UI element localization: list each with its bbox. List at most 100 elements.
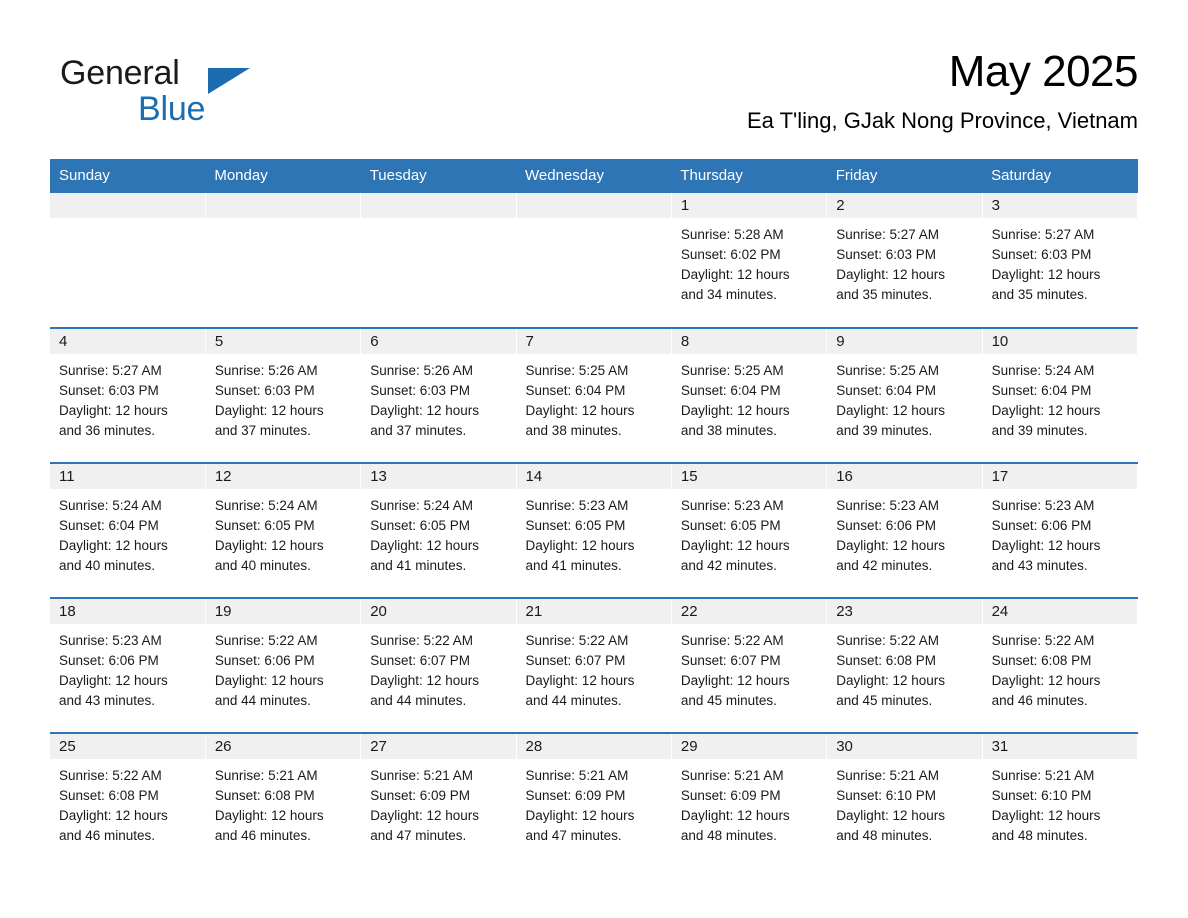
daylight-text-line2: and 35 minutes. <box>836 287 933 302</box>
brand-logo[interactable]: General Blue <box>60 54 400 134</box>
brand-name-blue: Blue <box>138 90 206 128</box>
day-details: Sunrise: 5:21 AM Sunset: 6:09 PM Daylight:… <box>361 759 515 846</box>
calendar-day-cell[interactable]: 22 Sunrise: 5:22 AM Sunset: 6:07 PM Dayligh… <box>671 597 828 733</box>
calendar-day-cell[interactable]: 10 Sunrise: 5:24 AM Sunset: 6:04 PM Dayligh… <box>982 327 1139 463</box>
daylight-text-line2: and 46 minutes. <box>59 828 156 843</box>
day-cell-inner: 15 Sunrise: 5:23 AM Sunset: 6:05 PM Dayligh… <box>671 464 827 597</box>
sunset-text: Sunset: 6:05 PM <box>214 518 315 533</box>
daylight-text-line2: and 44 minutes. <box>370 693 467 708</box>
sunrise-text: Sunrise: 5:22 AM <box>525 633 629 648</box>
day-number: 22 <box>671 599 827 624</box>
day-number: 19 <box>205 599 361 624</box>
day-number: 8 <box>671 329 827 354</box>
day-details: Sunrise: 5:21 AM Sunset: 6:10 PM Daylight:… <box>827 759 981 846</box>
brand-name-general: General <box>60 54 180 92</box>
sunset-text: Sunset: 6:06 PM <box>836 518 937 533</box>
calendar-day-cell[interactable]: 7 Sunrise: 5:25 AM Sunset: 6:04 PM Daylight… <box>516 327 672 463</box>
weekday-header-sunday: Sunday <box>50 159 206 193</box>
calendar-day-cell[interactable]: 2 Sunrise: 5:27 AM Sunset: 6:03 PM Daylight… <box>826 193 983 328</box>
calendar-day-cell[interactable]: 9 Sunrise: 5:25 AM Sunset: 6:04 PM Daylight… <box>826 327 983 463</box>
day-number: 6 <box>361 329 516 354</box>
daylight-text-line2: and 38 minutes. <box>525 423 622 438</box>
sunset-text: Sunset: 6:07 PM <box>370 653 470 668</box>
daylight-text-line2: and 48 minutes. <box>836 828 933 843</box>
sunrise-text: Sunrise: 5:28 AM <box>680 227 784 242</box>
calendar-day-cell[interactable]: 12 Sunrise: 5:24 AM Sunset: 6:05 PM Dayligh… <box>205 462 362 598</box>
calendar-day-cell[interactable]: 19 Sunrise: 5:22 AM Sunset: 6:06 PM Dayligh… <box>205 597 362 733</box>
day-cell-inner: 1 Sunrise: 5:28 AM Sunset: 6:02 PM Daylight… <box>671 193 827 326</box>
calendar-day-cell[interactable]: 26 Sunrise: 5:21 AM Sunset: 6:08 PM Dayligh… <box>205 732 362 868</box>
calendar-day-cell[interactable]: 31 Sunrise: 5:21 AM Sunset: 6:10 PM Dayligh… <box>982 732 1139 868</box>
triangle-right-icon <box>208 68 250 94</box>
sunrise-text: Sunrise: 5:22 AM <box>991 633 1095 648</box>
day-number <box>516 193 671 218</box>
day-details: Sunrise: 5:24 AM Sunset: 6:04 PM Daylight:… <box>50 489 205 576</box>
calendar-day-cell[interactable]: 8 Sunrise: 5:25 AM Sunset: 6:04 PM Daylight… <box>671 327 828 463</box>
calendar-day-cell[interactable]: 17 Sunrise: 5:23 AM Sunset: 6:06 PM Dayligh… <box>982 462 1139 598</box>
sunrise-text: Sunrise: 5:23 AM <box>680 498 784 513</box>
sunset-text: Sunset: 6:04 PM <box>991 383 1092 398</box>
sunrise-text: Sunrise: 5:21 AM <box>991 768 1095 783</box>
day-details: Sunrise: 5:21 AM Sunset: 6:09 PM Daylight:… <box>672 759 826 846</box>
day-cell-inner: 14 Sunrise: 5:23 AM Sunset: 6:05 PM Dayligh… <box>516 464 671 597</box>
calendar-week-row: 11 Sunrise: 5:24 AM Sunset: 6:04 PM Dayligh… <box>50 462 1139 598</box>
day-number: 31 <box>982 734 1137 759</box>
calendar-day-cell[interactable]: 21 Sunrise: 5:22 AM Sunset: 6:07 PM Dayligh… <box>516 597 672 733</box>
calendar-day-cell[interactable]: 24 Sunrise: 5:22 AM Sunset: 6:08 PM Dayligh… <box>982 597 1139 733</box>
calendar-day-cell[interactable]: 23 Sunrise: 5:22 AM Sunset: 6:08 PM Dayligh… <box>826 597 983 733</box>
daylight-text-line1: Daylight: 12 hours <box>836 538 946 553</box>
day-details: Sunrise: 5:22 AM Sunset: 6:08 PM Daylight:… <box>50 759 205 846</box>
daylight-text-line1: Daylight: 12 hours <box>370 538 479 553</box>
calendar-week-row: 18 Sunrise: 5:23 AM Sunset: 6:06 PM Dayligh… <box>50 597 1139 733</box>
calendar-day-cell[interactable]: 18 Sunrise: 5:23 AM Sunset: 6:06 PM Dayligh… <box>50 597 206 733</box>
weekday-header-tuesday: Tuesday <box>360 159 517 193</box>
sunrise-text: Sunrise: 5:22 AM <box>59 768 162 783</box>
day-details: Sunrise: 5:22 AM Sunset: 6:06 PM Daylight:… <box>206 624 360 711</box>
daylight-text-line1: Daylight: 12 hours <box>991 538 1101 553</box>
calendar-day-cell[interactable]: 15 Sunrise: 5:23 AM Sunset: 6:05 PM Dayligh… <box>671 462 828 598</box>
sunrise-text: Sunrise: 5:21 AM <box>525 768 629 783</box>
calendar-day-cell[interactable]: 25 Sunrise: 5:22 AM Sunset: 6:08 PM Dayligh… <box>50 732 206 868</box>
daylight-text-line1: Daylight: 12 hours <box>836 808 946 823</box>
daylight-text-line2: and 41 minutes. <box>370 558 467 573</box>
daylight-text-line1: Daylight: 12 hours <box>836 673 946 688</box>
day-cell-inner: 24 Sunrise: 5:22 AM Sunset: 6:08 PM Dayligh… <box>982 599 1137 732</box>
sunset-text: Sunset: 6:03 PM <box>836 247 937 262</box>
daylight-text-line2: and 39 minutes. <box>836 423 933 438</box>
day-cell-inner: 28 Sunrise: 5:21 AM Sunset: 6:09 PM Dayligh… <box>516 734 671 867</box>
calendar-day-cell[interactable]: 1 Sunrise: 5:28 AM Sunset: 6:02 PM Daylight… <box>671 193 828 328</box>
calendar-day-cell[interactable]: 27 Sunrise: 5:21 AM Sunset: 6:09 PM Dayligh… <box>360 732 517 868</box>
day-number: 7 <box>516 329 671 354</box>
sunset-text: Sunset: 6:09 PM <box>680 788 781 803</box>
day-cell-inner: 12 Sunrise: 5:24 AM Sunset: 6:05 PM Dayligh… <box>205 464 361 597</box>
daylight-text-line1: Daylight: 12 hours <box>214 808 324 823</box>
sunrise-text: Sunrise: 5:27 AM <box>59 363 162 378</box>
day-number: 29 <box>671 734 827 759</box>
calendar-day-cell[interactable]: 6 Sunrise: 5:26 AM Sunset: 6:03 PM Daylight… <box>360 327 517 463</box>
calendar-day-cell[interactable]: 20 Sunrise: 5:22 AM Sunset: 6:07 PM Dayligh… <box>360 597 517 733</box>
day-number: 9 <box>827 329 982 354</box>
calendar-day-cell[interactable]: 16 Sunrise: 5:23 AM Sunset: 6:06 PM Dayligh… <box>826 462 983 598</box>
calendar-day-cell[interactable]: 14 Sunrise: 5:23 AM Sunset: 6:05 PM Dayligh… <box>516 462 672 598</box>
day-cell-inner <box>516 193 671 326</box>
day-details: Sunrise: 5:22 AM Sunset: 6:07 PM Daylight:… <box>361 624 515 711</box>
calendar-day-cell[interactable]: 28 Sunrise: 5:21 AM Sunset: 6:09 PM Dayligh… <box>516 732 672 868</box>
sunrise-text: Sunrise: 5:21 AM <box>836 768 940 783</box>
calendar-cell-empty <box>50 193 206 328</box>
day-cell-inner: 25 Sunrise: 5:22 AM Sunset: 6:08 PM Dayligh… <box>50 734 205 867</box>
calendar-day-cell[interactable]: 13 Sunrise: 5:24 AM Sunset: 6:05 PM Dayligh… <box>360 462 517 598</box>
daylight-text-line1: Daylight: 12 hours <box>680 673 790 688</box>
daylight-text-line2: and 38 minutes. <box>680 423 777 438</box>
calendar-day-cell[interactable]: 3 Sunrise: 5:27 AM Sunset: 6:03 PM Daylight… <box>982 193 1139 328</box>
day-cell-inner: 3 Sunrise: 5:27 AM Sunset: 6:03 PM Daylight… <box>982 193 1137 326</box>
calendar-day-cell[interactable]: 4 Sunrise: 5:27 AM Sunset: 6:03 PM Daylight… <box>50 327 206 463</box>
sunset-text: Sunset: 6:04 PM <box>680 383 781 398</box>
calendar-day-cell[interactable]: 29 Sunrise: 5:21 AM Sunset: 6:09 PM Dayligh… <box>671 732 828 868</box>
calendar-day-cell[interactable]: 5 Sunrise: 5:26 AM Sunset: 6:03 PM Daylight… <box>205 327 362 463</box>
sunset-text: Sunset: 6:08 PM <box>991 653 1092 668</box>
day-cell-inner: 7 Sunrise: 5:25 AM Sunset: 6:04 PM Daylight… <box>516 329 671 462</box>
calendar-day-cell[interactable]: 30 Sunrise: 5:21 AM Sunset: 6:10 PM Dayligh… <box>826 732 983 868</box>
day-number: 13 <box>361 464 516 489</box>
calendar-day-cell[interactable]: 11 Sunrise: 5:24 AM Sunset: 6:04 PM Dayligh… <box>50 462 206 598</box>
day-cell-inner: 13 Sunrise: 5:24 AM Sunset: 6:05 PM Dayligh… <box>361 464 516 597</box>
